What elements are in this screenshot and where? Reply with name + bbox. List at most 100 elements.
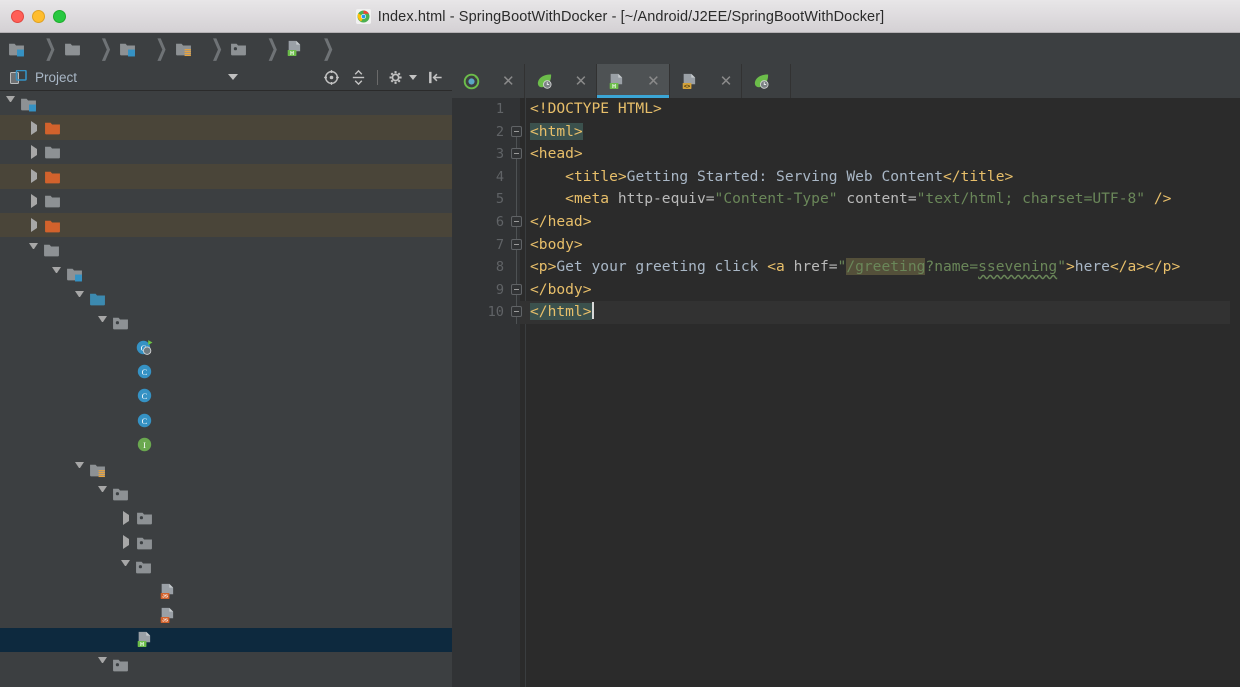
minimize-button[interactable] — [32, 9, 45, 23]
editor-tab-bar[interactable]: ✕ ✕ H ✕ <> ✕ — [452, 64, 1240, 98]
close-icon[interactable]: ✕ — [647, 74, 660, 89]
class-icon: C — [137, 389, 152, 403]
code-line[interactable]: 9 </body> — [452, 279, 1240, 302]
close-icon[interactable]: ✕ — [720, 74, 733, 89]
tree-expander-collapsed[interactable] — [123, 510, 129, 525]
tree-node[interactable] — [0, 286, 452, 310]
fold-marker-icon[interactable] — [511, 306, 522, 318]
window-controls[interactable] — [11, 9, 66, 23]
collapse-all-icon[interactable] — [350, 69, 367, 86]
tree-node[interactable]: JS — [0, 579, 452, 603]
code-line[interactable]: 4 <title>Getting Started: Serving Web Co… — [452, 166, 1240, 189]
close-icon[interactable]: ✕ — [502, 74, 515, 89]
gear-icon[interactable] — [388, 69, 405, 86]
tree-expander-expanded[interactable] — [75, 462, 84, 476]
tree-expander-collapsed[interactable] — [123, 535, 129, 550]
tree-node[interactable] — [0, 189, 452, 213]
tree-node[interactable] — [0, 262, 452, 286]
fold-marker-icon[interactable] — [511, 238, 522, 250]
code-line[interactable]: 5 <meta http-equiv="Content-Type" conten… — [452, 188, 1240, 211]
code-line[interactable]: 8 <p>Get your greeting click <a href="/gr… — [452, 256, 1240, 279]
code-line[interactable]: 2 <html> — [452, 121, 1240, 144]
breadcrumb-separator: ❯ — [99, 35, 113, 62]
editor-tab[interactable] — [742, 64, 792, 98]
folder-icon — [45, 195, 60, 208]
code-line[interactable]: 3 <head> — [452, 143, 1240, 166]
breadcrumb-item-1[interactable] — [64, 40, 91, 57]
fold-marker-icon[interactable] — [511, 283, 522, 295]
gear-dropdown-icon[interactable] — [409, 74, 417, 80]
editor-tab[interactable]: ✕ — [452, 64, 525, 98]
tree-node[interactable] — [0, 530, 452, 554]
interface-icon: I — [137, 437, 152, 452]
tree-node[interactable]: JS — [0, 603, 452, 627]
js-file-icon: JS — [160, 607, 174, 624]
tree-node[interactable] — [0, 91, 452, 115]
code-line-text: <body> — [530, 235, 583, 253]
tree-expander-collapsed[interactable] — [31, 218, 37, 233]
locate-icon[interactable] — [323, 69, 340, 86]
close-button[interactable] — [11, 9, 24, 23]
code-line-text: <meta http-equiv="Content-Type" content=… — [565, 190, 1172, 208]
tree-node[interactable] — [0, 554, 452, 578]
breadcrumb-item-0[interactable] — [8, 40, 35, 57]
tree-expander-expanded[interactable] — [52, 266, 61, 281]
tree-expander-expanded[interactable] — [75, 291, 84, 305]
tree-node[interactable] — [0, 311, 452, 335]
editor-scrollbar[interactable] — [1230, 98, 1240, 687]
breadcrumb-item-3[interactable] — [175, 40, 202, 57]
code-line[interactable]: 6 </head> — [452, 211, 1240, 234]
tree-node[interactable] — [0, 506, 452, 530]
tree-node[interactable]: C — [0, 335, 452, 359]
maximize-button[interactable] — [53, 9, 66, 23]
tree-expander-expanded[interactable] — [121, 559, 130, 574]
tree-node[interactable] — [0, 212, 452, 238]
hide-panel-icon[interactable] — [427, 69, 444, 86]
fold-marker-icon[interactable] — [511, 148, 522, 160]
tree-expander-expanded[interactable] — [98, 486, 107, 500]
tree-expander-expanded[interactable] — [29, 242, 38, 257]
code-line[interactable]: 1 <!DOCTYPE HTML> — [452, 98, 1240, 121]
module-folder-icon — [9, 43, 24, 57]
code-line[interactable]: 10 </html> — [452, 301, 1240, 324]
breadcrumb-item-2[interactable] — [119, 40, 146, 57]
tree-expander-collapsed[interactable] — [31, 144, 37, 159]
breadcrumb: ❯ ❯ ❯ ❯ ❯ H ❯ — [0, 33, 1240, 64]
tree-node[interactable] — [0, 237, 452, 261]
tree-node[interactable]: C — [0, 408, 452, 432]
project-tree[interactable]: C C C C I JS JS H — [0, 91, 452, 687]
breadcrumb-item-4[interactable] — [230, 40, 257, 57]
tree-node[interactable] — [0, 140, 452, 164]
tree-node[interactable] — [0, 481, 452, 505]
close-icon[interactable]: ✕ — [575, 74, 588, 89]
tree-node[interactable]: I — [0, 432, 452, 456]
tree-node[interactable]: H — [0, 627, 452, 652]
tree-node[interactable] — [0, 652, 452, 676]
tree-node[interactable] — [0, 115, 452, 140]
editor-tab[interactable]: H ✕ — [597, 64, 670, 98]
tree-node[interactable] — [0, 457, 452, 481]
tree-node[interactable] — [0, 164, 452, 189]
code-content[interactable]: 1 <!DOCTYPE HTML> 2 <html> 3 <head> 4 <title>G… — [452, 98, 1240, 687]
tree-expander-collapsed[interactable] — [31, 169, 37, 184]
line-number: 3 — [495, 146, 504, 163]
editor-tab[interactable]: <> ✕ — [669, 64, 743, 98]
package-folder-icon — [231, 43, 247, 56]
fold-marker-icon[interactable] — [511, 215, 522, 227]
tree-expander-collapsed[interactable] — [31, 193, 37, 208]
resources-folder-icon — [175, 43, 191, 57]
tree-node[interactable]: C — [0, 384, 452, 408]
fold-marker-icon[interactable] — [511, 125, 522, 137]
code-editor[interactable]: 1 <!DOCTYPE HTML> 2 <html> 3 <head> 4 <title>G… — [452, 98, 1240, 687]
tree-expander-expanded[interactable] — [6, 96, 15, 110]
editor-tab[interactable]: ✕ — [524, 64, 598, 98]
tree-expander-expanded[interactable] — [98, 657, 107, 671]
tree-node[interactable]: C — [0, 359, 452, 383]
tree-expander-expanded[interactable] — [98, 315, 107, 330]
code-line[interactable]: 7 <body> — [452, 234, 1240, 257]
window-title-bar: Index.html - SpringBootWithDocker - [~/A… — [0, 0, 1240, 33]
chevron-down-icon[interactable] — [228, 74, 238, 80]
spring-leaf-icon — [755, 73, 769, 89]
breadcrumb-item-5[interactable]: H — [286, 40, 313, 57]
tree-expander-collapsed[interactable] — [31, 120, 37, 135]
